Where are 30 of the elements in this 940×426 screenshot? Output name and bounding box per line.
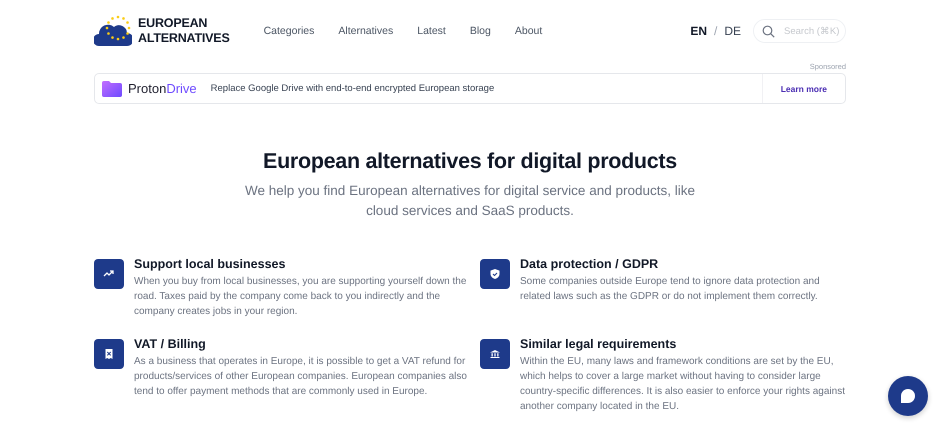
nav-link[interactable]: Latest [405,19,458,43]
search-field[interactable]: Search (⌘K) [753,19,846,43]
language-link[interactable]: DE [724,24,741,38]
nav-link[interactable]: Alternatives [326,19,406,43]
page-subtitle: We help you find European alternatives for digital service and products, like cloud services and SaaS products. [245,182,695,220]
chat-button[interactable] [888,376,928,416]
feature-title: Support local businesses [134,257,286,271]
page-title: European alternatives for digital products [263,149,677,174]
logo-icon [94,14,132,48]
folder-icon [102,80,122,96]
nav-link[interactable]: Categories [252,19,326,43]
feature-text: Some companies outside Europe tend to ignore data protection and related laws such as the GDPR or do not implement them correctly. [520,275,821,304]
feature-text: Within the EU, many laws and framework conditions are set by the EU, which helps to cover a large market without having to consider large country-specific differences. It is also easier to enforce your rights against another company located in the EU. [520,355,846,414]
nav-link[interactable]: About [502,19,554,43]
chat-bubble-icon [900,388,916,404]
nav-link[interactable]: Blog [458,19,503,43]
language-link[interactable]: EN [690,24,707,38]
feature-title: VAT / Billing [134,337,207,352]
ad-text: Replace Google Drive with end-to-end encrypted European storage [210,83,496,94]
logo-text: EUROPEAN [138,16,208,31]
feature-text: When you buy from local businesses, you are supporting yourself down the road. Taxes paid by the company come back to you indirectly and the company creates jobs in your region. [134,275,468,319]
language-separator: / [714,24,718,38]
feature-text: As a business that operates in Europe, it is possible to get a VAT refund for products/services of other European companies. European companies also tend to offer payment methods that are commonly used in Europe. [134,355,468,399]
feature-title: Similar legal requirements [520,337,678,352]
learn-more-link[interactable]: Learn more [762,74,845,103]
search-icon [762,25,775,38]
brand-name: ProtonDrive [128,81,197,96]
logo-text: ALTERNATIVES [138,31,230,46]
feature-title: Data protection / GDPR [520,257,660,271]
shield-icon [488,267,502,281]
